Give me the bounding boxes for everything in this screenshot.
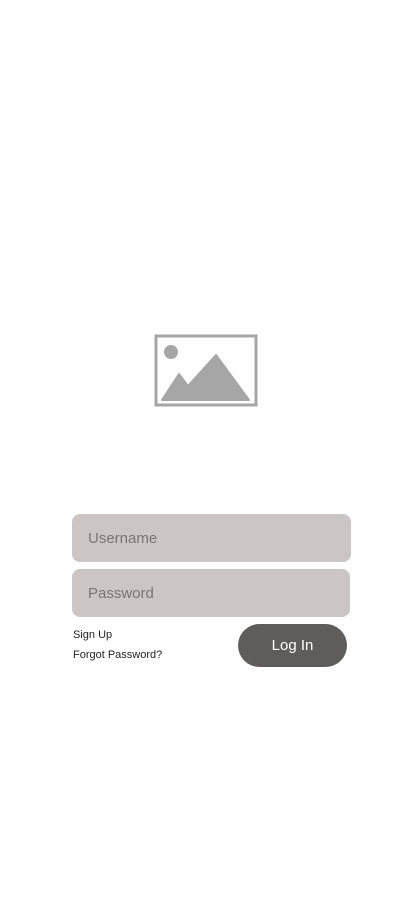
forgot-password-link[interactable]: Forgot Password?	[73, 649, 162, 661]
password-input[interactable]	[72, 569, 350, 617]
login-screen: Sign Up Forgot Password? Log In	[0, 0, 412, 917]
username-input[interactable]	[72, 514, 351, 562]
logo-image	[154, 334, 258, 407]
log-in-button[interactable]: Log In	[238, 624, 347, 667]
sign-up-link[interactable]: Sign Up	[73, 629, 112, 641]
image-placeholder-icon	[154, 334, 258, 407]
